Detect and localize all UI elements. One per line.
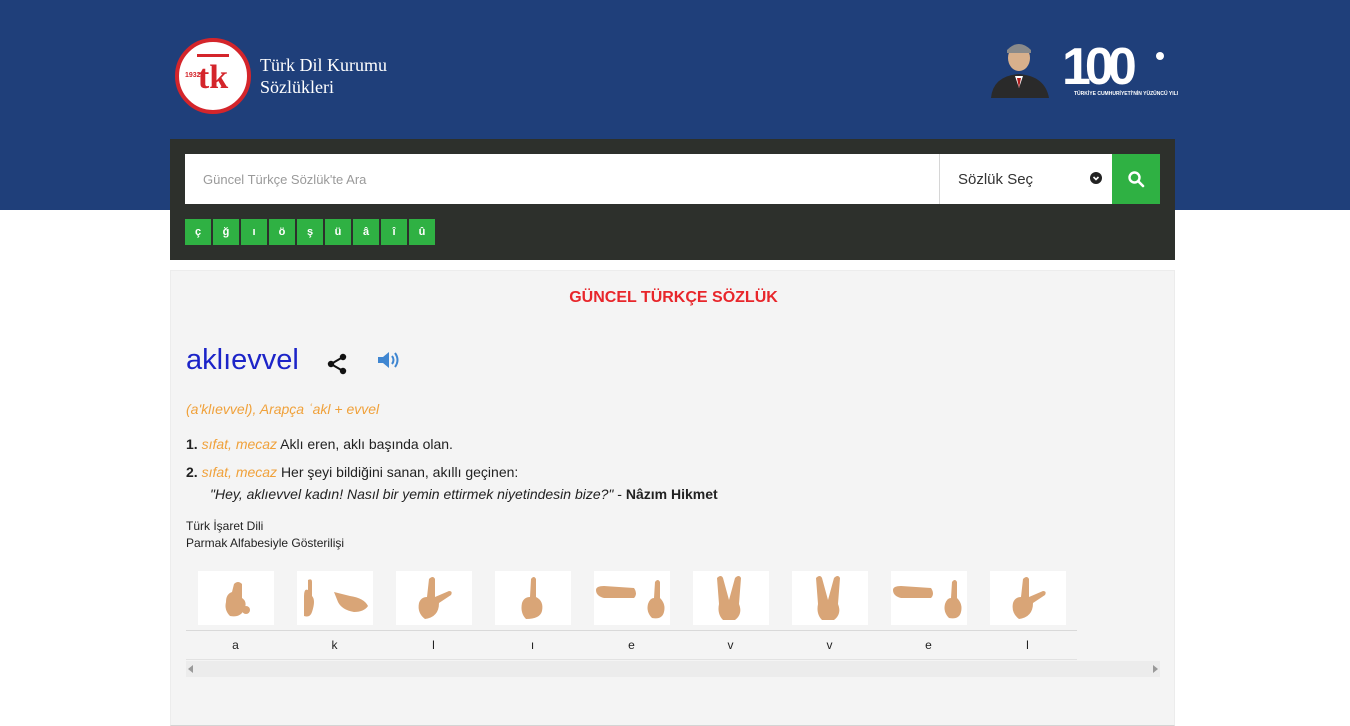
hand-sign-cell [186,569,285,627]
hand-letter-label: a [232,638,239,652]
centennial-logo: 100 TÜRKİYE CUMHURİYETİ'NİN YÜZÜNCÜ YILI [1062,36,1178,105]
hand-sign-image [989,571,1066,625]
dictionary-title: GÜNCEL TÜRKÇE SÖZLÜK [569,289,778,306]
word-origin: (a'klıevvel), Arapça ʿakl + evvel [186,401,380,417]
search-input[interactable] [185,154,939,204]
example-quote: "Hey, aklıevvel kadın! Nasıl bir yemin e… [210,486,614,502]
speaker-icon [378,352,399,368]
meaning-tags: sıfat, mecaz [201,436,278,452]
share-icon [327,353,347,375]
hand-letter-label: e [925,638,932,652]
dictionary-select-value: Sözlük Seç [958,170,1034,188]
hand-sign-cell [582,569,681,627]
sign-language-title: Türk İşaret Dili [186,519,264,533]
hand-label-row: a k l ı e v v e l [186,631,1077,659]
hand-sign-cell [978,569,1077,627]
hand-sign-image [494,571,571,625]
hand-sign-image [890,571,967,625]
brand-logo-link[interactable]: tk 1932 Türk Dil Kurumu Sözlükleri [175,38,387,114]
tdk-logo: tk 1932 [175,38,251,114]
letter-button[interactable]: ü [325,219,351,245]
hand-sign-image [395,571,472,625]
sign-language-table: a k l ı e v v e l [186,569,1077,660]
example-author: Nâzım Hikmet [625,486,718,502]
hand-letter-label: k [331,638,338,652]
hand-letter-label: v [826,638,833,652]
hand-letter-label: l [1026,638,1029,652]
hand-letter-label: e [628,638,635,652]
hand-letter-label: v [727,638,734,652]
letter-button[interactable]: ç [185,219,211,245]
hand-sign-image [197,571,274,625]
letter-button[interactable]: ğ [213,219,239,245]
meaning-text: Aklı eren, aklı başında olan. [280,436,453,452]
hand-sign-cell [384,569,483,627]
scroll-left-arrow-icon[interactable] [188,665,193,673]
hand-sign-image [692,571,769,625]
meaning-item: 2. sıfat, mecaz Her şeyi bildiğini sanan… [186,464,518,480]
svg-text:tk: tk [198,59,228,96]
entry-word: aklıevvel [186,344,299,376]
hand-sign-cell [483,569,582,627]
hand-sign-image [593,571,670,625]
meaning-tags: sıfat, mecaz [201,464,278,480]
hand-sign-image [791,571,868,625]
centennial-number: 100 [1062,38,1135,96]
letter-button[interactable]: ı [241,219,267,245]
search-panel: Sözlük Seç ç ğ ı ö ş ü â î û [170,139,1175,260]
horizontal-scrollbar[interactable] [186,661,1160,677]
meaning-number: 1. [186,436,198,452]
hand-sign-image [296,571,373,625]
search-button[interactable] [1112,154,1160,204]
entry-panel: GÜNCEL TÜRKÇE SÖZLÜK aklıevvel (a'klıevv… [170,270,1175,726]
hand-sign-cell [879,569,978,627]
logo-year: 1932 [185,72,201,79]
meaning-number: 2. [186,464,198,480]
hand-sign-cell [780,569,879,627]
hand-sign-cell [285,569,384,627]
divider [186,659,1077,660]
search-icon [1128,171,1145,188]
letter-button[interactable]: û [409,219,435,245]
scroll-right-arrow-icon[interactable] [1153,665,1158,673]
example-sentence: "Hey, aklıevvel kadın! Nasıl bir yemin e… [210,486,718,502]
letter-button[interactable]: î [381,219,407,245]
share-button[interactable] [325,352,349,381]
hand-letter-label: ı [530,638,535,652]
brand-title: Türk Dil Kurumu Sözlükleri [260,54,387,98]
brand-line2: Sözlükleri [260,77,334,97]
meaning-text: Her şeyi bildiğini sanan, akıllı geçinen… [280,464,519,480]
sign-language-subtitle: Parmak Alfabesiyle Gösterilişi [186,536,345,550]
example-separator: - [617,486,622,502]
dictionary-select[interactable]: Sözlük Seç [939,154,1112,204]
letter-button[interactable]: ö [269,219,295,245]
chevron-down-icon [1090,172,1102,184]
audio-button[interactable] [376,349,402,376]
ataturk-portrait [985,36,1055,103]
centennial-caption: TÜRKİYE CUMHURİYETİ'NİN YÜZÜNCÜ YILI [1074,91,1179,97]
letter-button[interactable]: â [353,219,379,245]
brand-line1: Türk Dil Kurumu [260,55,387,75]
special-letters-bar: ç ğ ı ö ş ü â î û [185,219,437,245]
letter-button[interactable]: ş [297,219,323,245]
meaning-item: 1. sıfat, mecaz Aklı eren, aklı başında … [186,436,453,452]
hand-image-row [186,569,1077,627]
hand-letter-label: l [432,638,435,652]
hand-sign-cell [681,569,780,627]
